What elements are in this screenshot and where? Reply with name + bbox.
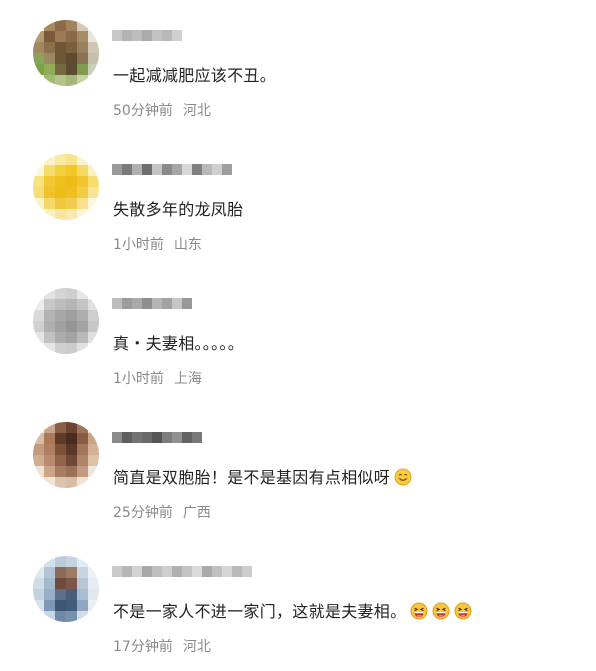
comment-text: 简直是双胞胎！是不是基因有点相似呀 xyxy=(113,466,412,490)
comment-text-content: 不是一家人不进一家门，这就是夫妻相。 xyxy=(113,602,407,621)
laughing-emoji-icon xyxy=(432,602,450,620)
comment-location: 河北 xyxy=(182,639,211,655)
comment-time: 17分钟前 xyxy=(113,639,173,655)
comment-item: 一起减减肥应该不丑。 50分钟前 河北 xyxy=(0,0,596,134)
comment-meta: 1小时前 山东 xyxy=(113,235,202,255)
smile-emoji-icon xyxy=(394,468,412,486)
comment-text: 真・夫妻相。。。。。 xyxy=(113,332,244,356)
comment-location: 广西 xyxy=(182,505,211,521)
comment-meta: 50分钟前 河北 xyxy=(113,101,211,121)
comment-text: 不是一家人不进一家门，这就是夫妻相。 xyxy=(113,600,472,624)
laughing-emoji-icon xyxy=(410,602,428,620)
comment-text-content: 失散多年的龙凤胎 xyxy=(113,200,244,219)
comment-location: 河北 xyxy=(182,103,211,119)
user-avatar[interactable] xyxy=(33,288,99,354)
laughing-emoji-icon xyxy=(454,602,472,620)
comment-time: 1小时前 xyxy=(113,371,164,387)
comment-meta: 1小时前 上海 xyxy=(113,369,202,389)
user-avatar[interactable] xyxy=(33,422,99,488)
username-blurred[interactable] xyxy=(112,164,232,175)
comment-item: 失散多年的龙凤胎 1小时前 山东 xyxy=(0,134,596,268)
comment-time: 1小时前 xyxy=(113,237,164,253)
user-avatar[interactable] xyxy=(33,154,99,220)
comment-text-content: 一起减减肥应该不丑。 xyxy=(113,66,277,85)
comment-meta: 17分钟前 河北 xyxy=(113,637,211,657)
comment-text-content: 简直是双胞胎！是不是基因有点相似呀 xyxy=(113,468,391,487)
comment-item: 简直是双胞胎！是不是基因有点相似呀 25分钟前 广西 xyxy=(0,402,596,536)
comment-text: 失散多年的龙凤胎 xyxy=(113,198,243,222)
comment-feed: 一起减减肥应该不丑。 50分钟前 河北 失散多年的龙凤胎 1小时前 山东 真・夫妻相。。。。… xyxy=(0,0,596,671)
username-blurred[interactable] xyxy=(112,432,202,443)
comment-location: 上海 xyxy=(173,371,202,387)
comment-time: 25分钟前 xyxy=(113,505,173,521)
comment-meta: 25分钟前 广西 xyxy=(113,503,211,523)
comment-item: 不是一家人不进一家门，这就是夫妻相。 17分钟前 河北 xyxy=(0,536,596,670)
comment-text-content: 真・夫妻相。。。。。 xyxy=(113,334,245,353)
user-avatar[interactable] xyxy=(33,556,99,622)
username-blurred[interactable] xyxy=(112,30,182,41)
comment-item: 真・夫妻相。。。。。 1小时前 上海 xyxy=(0,268,596,402)
comment-text: 一起减减肥应该不丑。 xyxy=(113,64,276,88)
username-blurred[interactable] xyxy=(112,566,252,577)
comment-time: 50分钟前 xyxy=(113,103,173,119)
comment-location: 山东 xyxy=(173,237,202,253)
user-avatar[interactable] xyxy=(33,20,99,86)
username-blurred[interactable] xyxy=(112,298,192,309)
